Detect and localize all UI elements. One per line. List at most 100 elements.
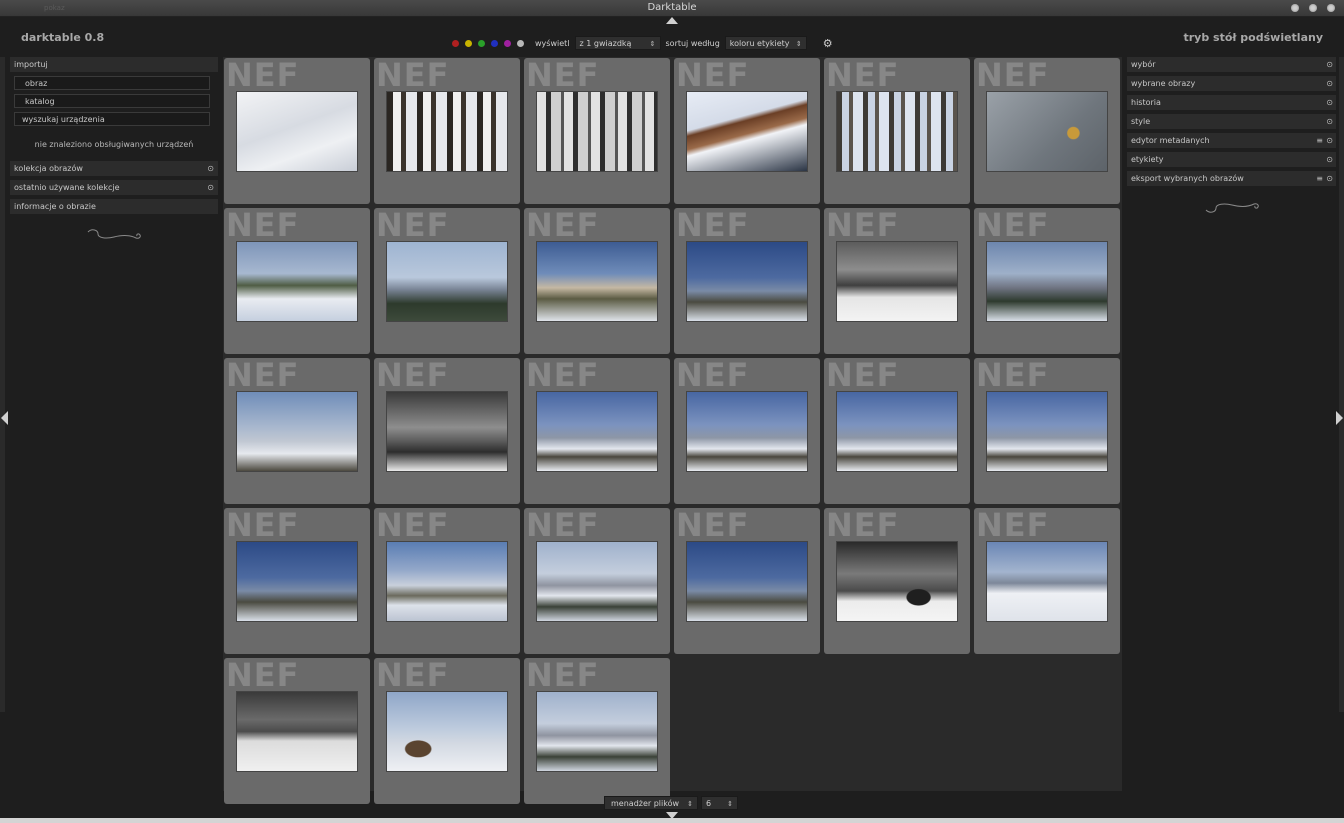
thumbnail[interactable]: NEF	[524, 658, 670, 804]
thumbnail-image[interactable]	[537, 392, 657, 471]
module-selection[interactable]: wybór ⊙	[1127, 57, 1336, 72]
menu-icon[interactable]: ≡	[1316, 133, 1323, 148]
thumbnail[interactable]: NEF	[524, 508, 670, 654]
reset-icon[interactable]: ⊙	[1326, 57, 1333, 72]
thumbnail-image[interactable]	[237, 542, 357, 621]
thumbnail-image[interactable]	[237, 392, 357, 471]
thumbnail[interactable]: NEF	[374, 658, 520, 804]
zoom-spinner[interactable]: 6 ⇕	[701, 796, 738, 810]
thumbnail[interactable]: NEF	[224, 208, 370, 354]
thumbnail[interactable]: NEF	[974, 58, 1120, 204]
image-info-section-header[interactable]: informacje o obrazie	[10, 199, 218, 214]
reset-icon[interactable]: ⊙	[1326, 133, 1333, 148]
filter-bar: wyświetl z 1 gwiazdką ⇕ sortuj według ko…	[452, 35, 833, 51]
thumbnail-image[interactable]	[237, 692, 357, 771]
module-metadata-editor[interactable]: edytor metadanych ≡ ⊙	[1127, 133, 1336, 148]
thumbnail[interactable]: NEF	[674, 58, 820, 204]
thumbnail-image[interactable]	[537, 542, 657, 621]
thumbnail-image[interactable]	[387, 542, 507, 621]
thumbnail-image[interactable]	[687, 392, 807, 471]
thumbnail-image[interactable]	[837, 92, 957, 171]
file-extension-label: NEF	[826, 358, 900, 394]
close-button[interactable]	[1327, 4, 1335, 12]
thumbnail[interactable]: NEF	[224, 508, 370, 654]
color-label-red-button[interactable]	[452, 39, 459, 47]
thumbnail[interactable]: NEF	[524, 58, 670, 204]
thumbnail-image[interactable]	[537, 92, 657, 171]
sort-combo[interactable]: koloru etykiety ⇕	[724, 36, 807, 50]
thumbnail-image[interactable]	[837, 392, 957, 471]
thumbnail-image[interactable]	[987, 392, 1107, 471]
thumbnail[interactable]: NEF	[974, 508, 1120, 654]
reset-icon[interactable]: ⊙	[1326, 152, 1333, 167]
thumbnail[interactable]: NEF	[374, 208, 520, 354]
thumbnail-image[interactable]	[987, 542, 1107, 621]
module-styles[interactable]: style ⊙	[1127, 114, 1336, 129]
thumbnail[interactable]: NEF	[824, 358, 970, 504]
reset-icon[interactable]: ⊙	[1326, 95, 1333, 110]
scan-devices-button[interactable]: wyszukaj urządzenia	[14, 112, 210, 126]
thumbnail-image[interactable]	[237, 242, 357, 321]
thumbnail[interactable]: NEF	[824, 208, 970, 354]
reset-icon[interactable]: ⊙	[1326, 76, 1333, 91]
thumbnail[interactable]: NEF	[374, 58, 520, 204]
thumbnail[interactable]: NEF	[524, 208, 670, 354]
minimize-button[interactable]	[1291, 4, 1299, 12]
thumbnail-image[interactable]	[387, 92, 507, 171]
collapse-top-panel-arrow-icon[interactable]	[666, 17, 678, 24]
import-section-header[interactable]: importuj	[10, 57, 218, 72]
thumbnail[interactable]: NEF	[674, 508, 820, 654]
thumbnail-image[interactable]	[837, 542, 957, 621]
lighttable-grid[interactable]: NEF NEF NEF NEF NEF NEF NEF NEF NEF NEF NEF NEF NEF N…	[223, 57, 1122, 804]
thumbnail[interactable]: NEF	[224, 58, 370, 204]
file-extension-label: NEF	[226, 508, 300, 544]
maximize-button[interactable]	[1309, 4, 1317, 12]
thumbnail-image[interactable]	[687, 542, 807, 621]
view-mode-combo[interactable]: menadżer plików ⇕	[604, 796, 698, 810]
collection-section-header[interactable]: kolekcja obrazów ⊙	[10, 161, 218, 176]
module-tags[interactable]: etykiety ⊙	[1127, 152, 1336, 167]
import-folder-button[interactable]: katalog	[14, 94, 210, 108]
thumbnail[interactable]: NEF	[974, 358, 1120, 504]
thumbnail-image[interactable]	[537, 242, 657, 321]
thumbnail-image[interactable]	[987, 242, 1107, 321]
module-selected-images[interactable]: wybrane obrazy ⊙	[1127, 76, 1336, 91]
recent-collections-section-header[interactable]: ostatnio używane kolekcje ⊙	[10, 180, 218, 195]
thumbnail-image[interactable]	[837, 242, 957, 321]
module-export[interactable]: eksport wybranych obrazów ≡ ⊙	[1127, 171, 1336, 186]
thumbnail[interactable]: NEF	[974, 208, 1120, 354]
thumbnail[interactable]: NEF	[674, 358, 820, 504]
color-label-yellow-button[interactable]	[465, 39, 472, 47]
reset-icon[interactable]: ⊙	[1326, 171, 1333, 186]
color-label-green-button[interactable]	[478, 39, 485, 47]
thumbnail-image[interactable]	[387, 392, 507, 471]
color-label-grey-button[interactable]	[517, 39, 524, 47]
thumbnail-image[interactable]	[387, 692, 507, 771]
import-image-button[interactable]: obraz	[14, 76, 210, 90]
module-history[interactable]: historia ⊙	[1127, 95, 1336, 110]
thumbnail-image[interactable]	[537, 692, 657, 771]
gear-icon[interactable]: ⚙	[823, 37, 833, 50]
reset-icon[interactable]: ⊙	[1326, 114, 1333, 129]
thumbnail[interactable]: NEF	[674, 208, 820, 354]
thumbnail-image[interactable]	[237, 92, 357, 171]
reset-icon[interactable]: ⊙	[207, 180, 214, 195]
thumbnail-image[interactable]	[687, 92, 807, 171]
reset-icon[interactable]: ⊙	[207, 161, 214, 176]
thumbnail[interactable]: NEF	[524, 358, 670, 504]
thumbnail[interactable]: NEF	[824, 58, 970, 204]
thumbnail[interactable]: NEF	[224, 658, 370, 804]
thumbnail[interactable]: NEF	[374, 358, 520, 504]
collapse-left-panel-arrow-icon[interactable]	[1, 411, 8, 425]
thumbnail[interactable]: NEF	[374, 508, 520, 654]
collapse-right-panel-arrow-icon[interactable]	[1336, 411, 1343, 425]
thumbnail-image[interactable]	[387, 242, 507, 321]
thumbnail-image[interactable]	[987, 92, 1107, 171]
thumbnail[interactable]: NEF	[224, 358, 370, 504]
menu-icon[interactable]: ≡	[1316, 171, 1323, 186]
color-label-blue-button[interactable]	[491, 39, 498, 47]
thumbnail[interactable]: NEF	[824, 508, 970, 654]
color-label-purple-button[interactable]	[504, 39, 511, 47]
show-filter-combo[interactable]: z 1 gwiazdką ⇕	[574, 36, 661, 50]
thumbnail-image[interactable]	[687, 242, 807, 321]
